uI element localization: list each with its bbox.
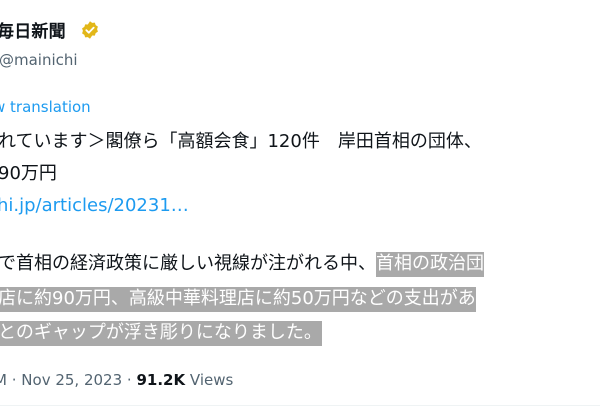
tweet-text-line-4: で首相の経済政策に厳しい視線が注がれる中、首相の政治団 <box>0 250 484 278</box>
meta-separator: · <box>11 371 17 389</box>
tweet-text-highlight: とのギャップが浮き彫りになりました。 <box>0 321 322 346</box>
tweet-time[interactable]: M <box>0 371 7 389</box>
meta-separator: · <box>126 371 132 389</box>
show-translation-link[interactable]: w translation <box>0 98 91 116</box>
tweet-text-highlight: 店に約90万円、高級中華料理店に約50万円などの支出があ <box>0 287 476 312</box>
views-count: 91.2K <box>136 371 186 389</box>
tweet-author-handle[interactable]: @mainichi <box>0 51 78 69</box>
tweet-author-name[interactable]: 毎日新聞 <box>0 17 66 42</box>
tweet-text-line-5: 店に約90万円、高級中華料理店に約50万円などの支出があ <box>0 285 476 313</box>
tweet-date[interactable]: Nov 25, 2023 <box>21 371 122 389</box>
tweet-text-line-2: 90万円 <box>0 163 57 184</box>
tweet-text-plain: で首相の経済政策に厳しい視線が注がれる中、 <box>0 253 376 274</box>
divider <box>0 405 600 406</box>
tweet-text-line-6: とのギャップが浮き彫りになりました。 <box>0 319 322 347</box>
tweet-meta: M · Nov 25, 2023 · 91.2K Views <box>0 371 233 389</box>
article-link[interactable]: hi.jp/articles/20231… <box>0 192 189 220</box>
verified-badge-icon <box>82 21 98 39</box>
tweet-text-highlight: 首相の政治団 <box>376 252 484 277</box>
tweet-text-line-1: れています＞閣僚ら「高額会食」120件 岸田首相の団体、 <box>0 131 482 152</box>
views-label: Views <box>189 371 234 389</box>
